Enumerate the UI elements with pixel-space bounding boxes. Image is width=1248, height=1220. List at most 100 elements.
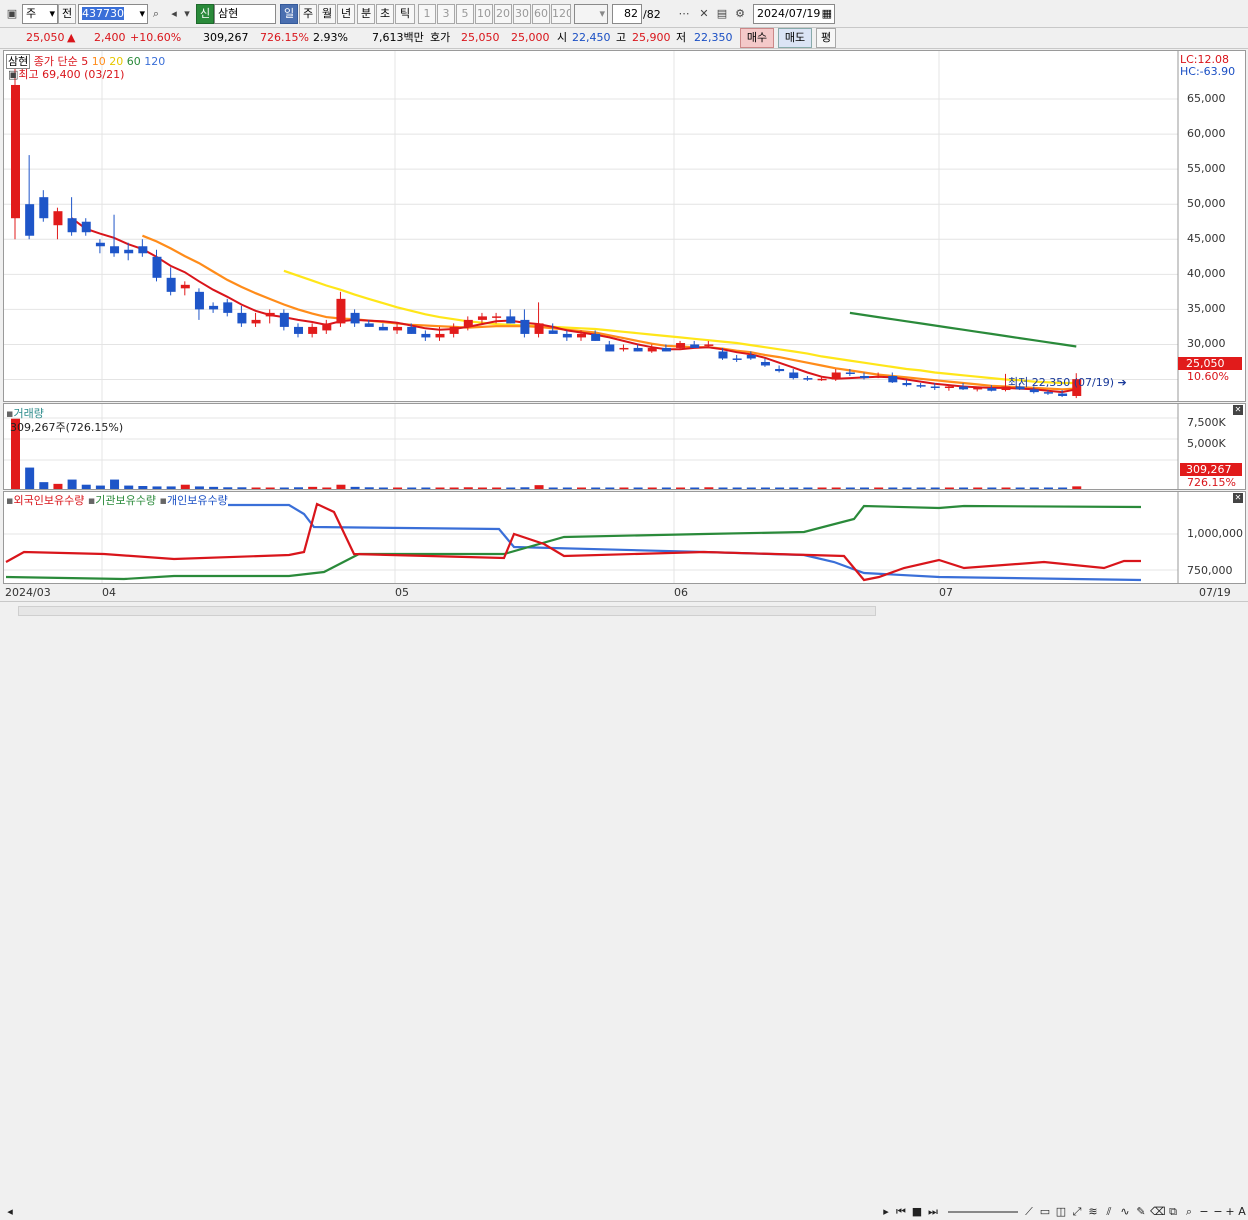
rewind-icon[interactable]: ⏮ (894, 1204, 908, 1220)
candle-body (676, 343, 686, 348)
save-icon[interactable]: ▤ (714, 6, 730, 22)
stop-icon[interactable]: ■ (910, 1204, 924, 1220)
eval-button[interactable]: 평 (816, 28, 836, 48)
period-minute-button[interactable]: 분 (357, 4, 375, 24)
sell-button[interactable]: 매도 (778, 28, 812, 48)
fast-forward-icon[interactable]: ⏭ (926, 1204, 940, 1220)
volume-bar (562, 487, 572, 489)
dots-icon[interactable]: ⋯ (676, 6, 692, 22)
crosshair-icon[interactable]: ✕ (696, 6, 712, 22)
close-icon[interactable]: ✕ (1233, 493, 1243, 503)
ma60-line (849, 311, 1077, 348)
interval-120-button[interactable]: 120 (551, 4, 571, 24)
play-icon[interactable]: ▸ (879, 1204, 893, 1220)
close-icon[interactable]: ✕ (1233, 405, 1243, 415)
period-second-button[interactable]: 초 (376, 4, 394, 24)
interval-20-button[interactable]: 20 (494, 4, 512, 24)
price-chart-panel[interactable] (3, 50, 1246, 402)
volume-rate: 726.15% (260, 31, 309, 44)
interval-3-button[interactable]: 3 (437, 4, 455, 24)
volume-bar (661, 487, 671, 489)
period-monthly-button[interactable]: 월 (318, 4, 336, 24)
interval-input[interactable]: ▾ (574, 4, 608, 24)
minus-icon[interactable]: − (1212, 1204, 1224, 1220)
candle-body (124, 249, 134, 254)
volume-bar (53, 483, 63, 489)
market-select[interactable]: 주 ▾ (22, 4, 58, 24)
wave-tool-icon[interactable]: ∿ (1118, 1204, 1132, 1220)
price-y-tick: 45,000 (1187, 232, 1226, 246)
candle-body (633, 347, 643, 352)
volume-bar (393, 487, 403, 489)
date-input[interactable]: 2024/07/19 ▦ (753, 4, 835, 24)
volume-bar (732, 487, 742, 489)
candle-body (619, 347, 629, 350)
window-icon[interactable]: ▣ (4, 6, 20, 22)
volume-bar (421, 487, 431, 489)
fib-tool-icon[interactable]: ≋ (1086, 1204, 1100, 1220)
copy-icon[interactable]: ⧉ (1166, 1204, 1180, 1220)
stock-code-input[interactable]: 437730 ▾ (78, 4, 148, 24)
holdings-legend: ▪외국인보유수량 ▪기관보유수량 ▪개인보유수량 (6, 492, 228, 508)
interval-1-button[interactable]: 1 (418, 4, 436, 24)
volume-bar (647, 487, 657, 489)
rect-tool-icon[interactable]: ▭ (1038, 1204, 1052, 1220)
channel-tool-icon[interactable]: ⫽ (1102, 1204, 1116, 1220)
stock-name-field[interactable]: 삼현 (214, 4, 276, 24)
scroll-track[interactable] (18, 606, 876, 616)
volume-value: 309,267 (203, 31, 249, 44)
eraser-icon[interactable]: ⌫ (1150, 1204, 1166, 1220)
zoom-slider[interactable] (948, 1211, 1018, 1213)
scroll-left-icon[interactable]: ◂ (4, 1204, 16, 1220)
legend-foreign: 외국인보유수량 (13, 494, 85, 507)
low-label: 저 (676, 31, 687, 44)
interval-60-button[interactable]: 60 (532, 4, 550, 24)
ma20-line (283, 269, 1077, 385)
volume-bar (435, 487, 445, 489)
auto-scale-icon[interactable]: A (1236, 1204, 1248, 1220)
volume-bar (1001, 487, 1011, 489)
open-price: 22,450 (572, 31, 611, 44)
interval-5-button[interactable]: 5 (456, 4, 474, 24)
dropdown-arrow-icon[interactable]: ▾ (182, 6, 192, 22)
interval-10-button[interactable]: 10 (475, 4, 493, 24)
period-daily-button[interactable]: 일 (280, 4, 298, 24)
candle-body (463, 319, 473, 327)
gear-icon[interactable]: ⚙ (732, 6, 748, 22)
zoom-icon[interactable]: ⌕ (1182, 1204, 1196, 1220)
candle-body (322, 323, 332, 331)
zoom-out-icon[interactable]: − (1198, 1204, 1210, 1220)
price-y-tick: 35,000 (1187, 302, 1226, 316)
candle-body (562, 333, 572, 338)
foreign-holdings-line (5, 502, 1141, 582)
search-icon[interactable]: ⌕ (148, 6, 164, 22)
calendar-icon[interactable]: ▦ (822, 5, 832, 23)
candle-body (930, 386, 940, 389)
draw-line-icon[interactable]: ⟋ (1022, 1204, 1036, 1220)
price-y-tick: 65,000 (1187, 92, 1226, 105)
candle-body (690, 344, 700, 348)
candle-body (477, 316, 487, 320)
period-weekly-button[interactable]: 주 (299, 4, 317, 24)
candle-body (803, 378, 813, 380)
price-y-tick: 55,000 (1187, 162, 1226, 176)
legend-institution: 기관보유수량 (95, 494, 157, 507)
zoom-in-icon[interactable]: + (1224, 1204, 1236, 1220)
sound-icon[interactable]: ◂ (166, 6, 182, 22)
period-tick-button[interactable]: 틱 (395, 4, 415, 24)
ma10-line (141, 234, 1077, 391)
buy-button[interactable]: 매수 (740, 28, 774, 48)
candle-body (279, 312, 289, 327)
dropdown-arrow-icon: ▾ (599, 7, 605, 20)
candle-body (294, 326, 303, 334)
interval-30-button[interactable]: 30 (513, 4, 531, 24)
volume-bar (364, 487, 374, 489)
volume-bar (987, 487, 997, 489)
period-yearly-button[interactable]: 년 (337, 4, 355, 24)
layers-icon[interactable]: ◫ (1054, 1204, 1068, 1220)
pen-tool-icon[interactable]: ✎ (1134, 1204, 1148, 1220)
data-count-input[interactable]: 82 (612, 4, 642, 24)
prev-button[interactable]: 전 (58, 4, 76, 24)
trend-tool-icon[interactable]: ⤢ (1070, 1204, 1084, 1220)
volume-chart-panel[interactable] (3, 403, 1246, 490)
